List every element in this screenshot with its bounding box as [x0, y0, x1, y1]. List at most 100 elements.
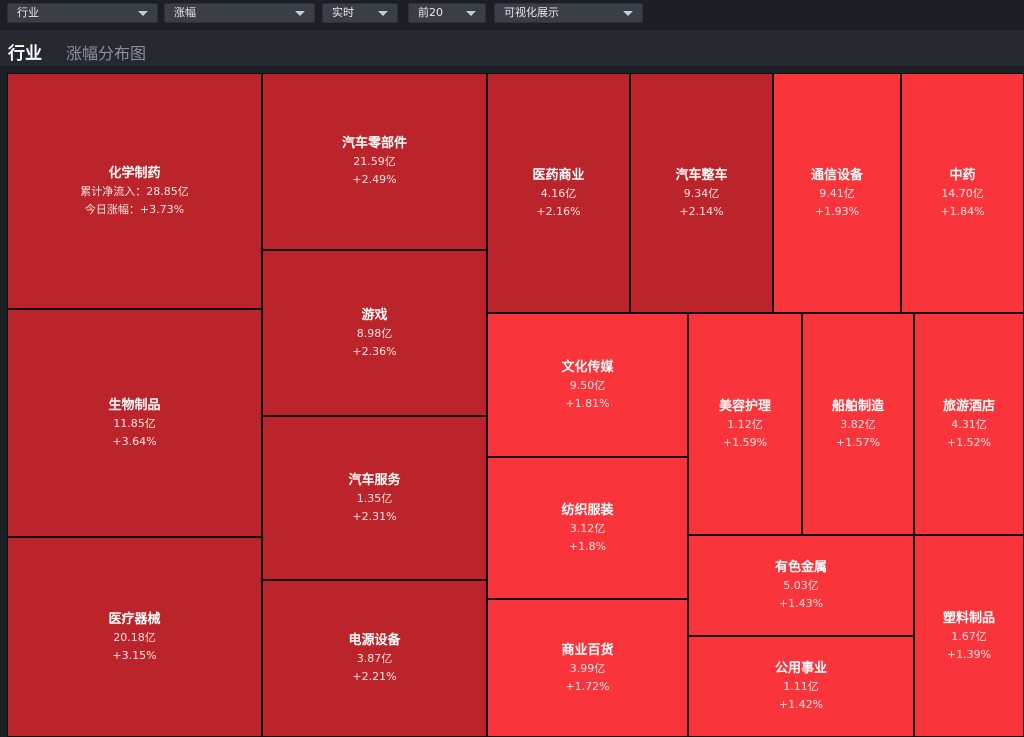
treemap-tile[interactable]: 商业百货 3.99亿 +1.72%: [487, 599, 688, 737]
tile-change: +1.39%: [946, 647, 992, 661]
tile-inflow: 4.16亿: [540, 186, 577, 200]
tile-inflow: 9.50亿: [569, 378, 606, 392]
tile-inflow: 20.18亿: [113, 630, 156, 644]
tile-name: 塑料制品: [942, 610, 995, 626]
treemap-tile[interactable]: 纺织服装 3.12亿 +1.8%: [487, 457, 688, 599]
tile-change: +2.16%: [536, 204, 581, 218]
view-mode-select[interactable]: 可视化展示: [494, 3, 643, 23]
period-select[interactable]: 实时: [322, 3, 398, 23]
chevron-down-icon: [295, 11, 305, 16]
tile-change: +1.8%: [568, 539, 607, 553]
tile-change: +3.64%: [112, 434, 157, 448]
treemap-tile[interactable]: 医药商业 4.16亿 +2.16%: [487, 73, 630, 313]
tile-name: 文化传媒: [561, 359, 614, 375]
tile-name: 化学制药: [108, 165, 161, 181]
treemap-tile[interactable]: 汽车零部件 21.59亿 +2.49%: [262, 73, 487, 250]
tile-name: 汽车零部件: [341, 136, 407, 151]
tile-change: +1.42%: [778, 698, 824, 711]
page-title: 行业: [8, 44, 42, 64]
treemap-tile[interactable]: 游戏 8.98亿 +2.36%: [262, 250, 487, 416]
tile-inflow: 3.12亿: [569, 521, 606, 535]
tile-change: 今日涨幅：+3.73%: [84, 202, 185, 216]
tile-name: 通信设备: [810, 167, 863, 183]
tile-inflow: 21.59亿: [353, 155, 396, 168]
tile-inflow: 9.34亿: [683, 186, 720, 200]
tile-change: +2.49%: [352, 173, 397, 186]
tile-change: +2.36%: [352, 344, 397, 358]
tile-name: 美容护理: [718, 398, 771, 414]
tile-inflow: 5.03亿: [783, 579, 819, 592]
tile-change: +1.43%: [778, 597, 824, 610]
tile-inflow: 1.67亿: [951, 629, 987, 643]
tile-inflow: 1.35亿: [356, 491, 393, 505]
top-n-select-value: 前20: [418, 6, 443, 19]
view-mode-select-value: 可视化展示: [504, 6, 559, 19]
treemap-tile[interactable]: 公用事业 1.11亿 +1.42%: [688, 636, 914, 737]
tile-name: 船舶制造: [831, 398, 884, 414]
industry-treemap: 化学制药 累计净流入：28.85亿 今日涨幅：+3.73% 生物制品 11.85…: [7, 73, 1024, 737]
treemap-tile[interactable]: 汽车服务 1.35亿 +2.31%: [262, 416, 487, 580]
tile-change: +2.21%: [352, 670, 397, 683]
tile-change: +1.93%: [814, 204, 860, 218]
tile-name: 商业百货: [561, 642, 614, 658]
top-n-select[interactable]: 前20: [408, 3, 486, 23]
tile-name: 公用事业: [774, 661, 827, 676]
tile-inflow: 3.82亿: [840, 417, 876, 431]
treemap-tile[interactable]: 文化传媒 9.50亿 +1.81%: [487, 313, 688, 457]
tile-change: +2.31%: [352, 509, 397, 523]
treemap-tile[interactable]: 通信设备 9.41亿 +1.93%: [773, 73, 901, 313]
tile-name: 有色金属: [774, 560, 827, 575]
tile-inflow: 11.85亿: [113, 416, 156, 430]
tile-name: 生物制品: [108, 397, 161, 413]
treemap-tile[interactable]: 医疗器械 20.18亿 +3.15%: [7, 537, 262, 737]
tile-name: 纺织服装: [561, 502, 614, 518]
tile-inflow: 9.41亿: [819, 186, 855, 200]
tile-name: 旅游酒店: [942, 398, 995, 414]
treemap-tile[interactable]: 塑料制品 1.67亿 +1.39%: [914, 535, 1024, 737]
tile-change: +1.84%: [940, 204, 985, 218]
tile-change: +1.72%: [565, 679, 610, 693]
metric-select[interactable]: 涨幅: [164, 3, 315, 23]
chevron-down-icon: [378, 11, 388, 16]
treemap-tile[interactable]: 生物制品 11.85亿 +3.64%: [7, 309, 262, 537]
tile-inflow: 1.12亿: [727, 417, 763, 431]
category-select[interactable]: 行业: [7, 3, 158, 23]
treemap-tile[interactable]: 汽车整车 9.34亿 +2.14%: [630, 73, 773, 313]
tile-change: +1.52%: [946, 435, 992, 449]
tile-name: 医疗器械: [108, 611, 161, 627]
tile-name: 汽车服务: [348, 472, 401, 488]
treemap-tile[interactable]: 美容护理 1.12亿 +1.59%: [688, 313, 802, 535]
chevron-down-icon: [466, 11, 476, 16]
tile-inflow: 累计净流入：28.85亿: [80, 184, 189, 198]
tile-inflow: 3.87亿: [356, 652, 393, 665]
period-select-value: 实时: [332, 6, 354, 19]
chevron-down-icon: [138, 11, 148, 16]
tile-name: 医药商业: [532, 167, 585, 183]
treemap-tile[interactable]: 化学制药 累计净流入：28.85亿 今日涨幅：+3.73%: [7, 73, 262, 309]
page-subtitle: 涨幅分布图: [66, 44, 147, 63]
treemap-tile[interactable]: 旅游酒店 4.31亿 +1.52%: [914, 313, 1024, 535]
tile-inflow: 4.31亿: [951, 417, 987, 431]
tile-inflow: 3.99亿: [569, 661, 606, 675]
treemap-tile[interactable]: 电源设备 3.87亿 +2.21%: [262, 580, 487, 737]
treemap-tile[interactable]: 有色金属 5.03亿 +1.43%: [688, 535, 914, 636]
tile-inflow: 8.98亿: [356, 326, 393, 340]
treemap-tile[interactable]: 船舶制造 3.82亿 +1.57%: [802, 313, 914, 535]
tile-change: +3.15%: [112, 648, 157, 662]
category-select-value: 行业: [17, 6, 39, 19]
tile-change: +1.59%: [722, 435, 768, 449]
tile-change: +2.14%: [679, 204, 724, 218]
chevron-down-icon: [623, 11, 633, 16]
tile-name: 电源设备: [348, 633, 401, 648]
filter-toolbar: 行业 涨幅 实时 前20 可视化展示: [0, 0, 1024, 28]
metric-select-value: 涨幅: [174, 6, 196, 19]
tile-name: 中药: [949, 167, 976, 183]
tile-change: +1.57%: [835, 435, 881, 449]
tile-change: +1.81%: [565, 396, 610, 410]
tile-inflow: 14.70亿: [941, 186, 984, 200]
tile-name: 游戏: [361, 307, 388, 323]
tile-inflow: 1.11亿: [783, 680, 819, 693]
section-header: 行业 涨幅分布图: [0, 30, 1024, 66]
tile-name: 汽车整车: [675, 167, 728, 183]
treemap-tile[interactable]: 中药 14.70亿 +1.84%: [901, 73, 1024, 313]
